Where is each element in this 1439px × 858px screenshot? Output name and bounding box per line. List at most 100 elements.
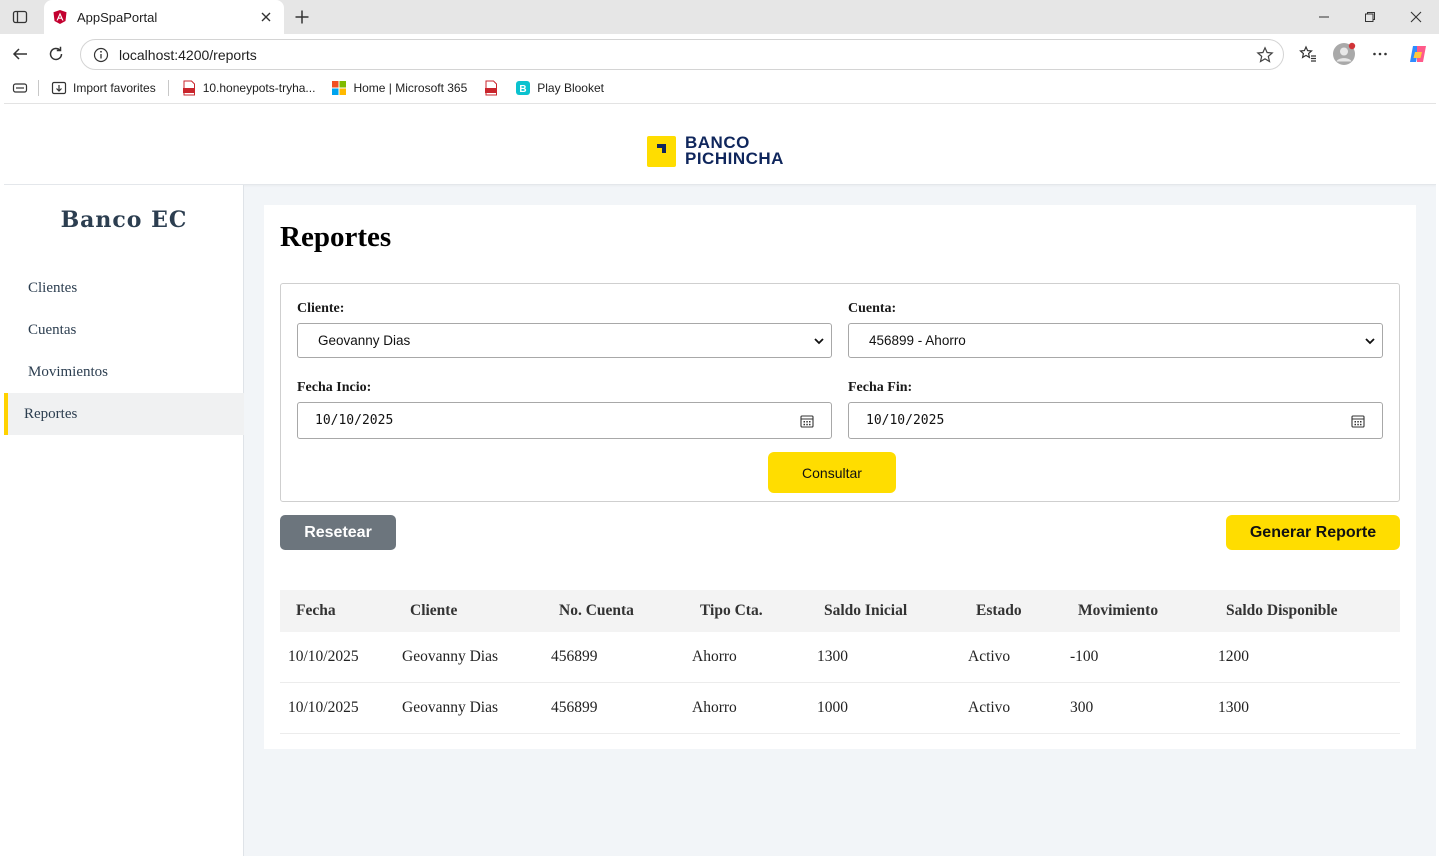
tab-actions-icon[interactable] <box>8 6 32 28</box>
close-window-icon[interactable] <box>1393 0 1439 34</box>
sidebar-nav: Clientes Cuentas Movimientos Reportes <box>4 267 244 435</box>
bookmark-label: Home | Microsoft 365 <box>353 81 468 95</box>
bookmark-label: Play Blooket <box>537 81 604 95</box>
sidebar-item-reportes[interactable]: Reportes <box>4 393 244 435</box>
cell-movimiento: 300 <box>1070 699 1094 716</box>
content-card: Reportes Cliente: Geovanny Dias Cuenta: … <box>264 205 1416 749</box>
refresh-icon[interactable] <box>42 40 70 68</box>
bookmark-play-blooket[interactable]: B Play Blooket <box>509 76 610 100</box>
bookmark-label: Import favorites <box>73 81 156 95</box>
sidebar-item-clientes[interactable]: Clientes <box>4 267 244 309</box>
restore-icon[interactable] <box>1347 0 1393 34</box>
fecha-inicio-input[interactable]: 10/10/2025 <box>297 402 832 439</box>
fecha-inicio-value: 10/10/2025 <box>315 413 394 428</box>
bookmarks-toggle-icon[interactable] <box>8 76 32 100</box>
resetear-button[interactable]: Resetear <box>280 515 396 550</box>
site-info-icon[interactable] <box>93 47 109 63</box>
cell-fecha: 10/10/2025 <box>288 648 359 665</box>
fecha-fin-input[interactable]: 10/10/2025 <box>848 402 1383 439</box>
column-header-fecha: Fecha <box>296 602 336 619</box>
sidebar-brand: Banco EC <box>60 207 188 233</box>
browser-tab[interactable]: AppSpaPortal <box>44 0 284 34</box>
back-icon[interactable] <box>6 40 34 68</box>
column-header-saldo-inicial: Saldo Inicial <box>824 602 908 619</box>
minimize-icon[interactable] <box>1301 0 1347 34</box>
bookmark-label: 10.honeypots-tryha... <box>202 81 316 95</box>
bookmarks-divider <box>167 80 169 96</box>
cell-saldo-inicial: 1000 <box>817 699 848 716</box>
bookmark-import-favorites[interactable]: Import favorites <box>45 76 162 100</box>
cell-saldo-inicial: 1300 <box>817 648 848 665</box>
sidebar-item-movimientos[interactable]: Movimientos <box>4 351 244 393</box>
fecha-inicio-label: Fecha Incio: <box>297 380 372 395</box>
cuenta-label: Cuenta: <box>848 301 897 316</box>
svg-text:B: B <box>520 84 527 95</box>
new-tab-icon[interactable] <box>290 5 314 29</box>
bookmark-pdf[interactable] <box>477 76 505 100</box>
address-bar[interactable]: localhost:4200/reports <box>80 39 1284 70</box>
favorite-star-icon[interactable] <box>1251 41 1279 69</box>
fecha-fin-label: Fecha Fin: <box>848 380 913 395</box>
cliente-select[interactable]: Geovanny Dias <box>297 323 832 358</box>
table-header-row: Fecha Cliente No. Cuenta Tipo Cta. Saldo… <box>280 590 1400 632</box>
table-row: 10/10/2025 Geovanny Dias 456899 Ahorro 1… <box>280 632 1400 683</box>
cliente-label: Cliente: <box>297 301 345 316</box>
cell-movimiento: -100 <box>1070 648 1099 665</box>
pdf-icon <box>181 80 197 96</box>
logo-line2: PICHINCHA <box>685 149 784 168</box>
bookmark-microsoft-365[interactable]: Home | Microsoft 365 <box>325 76 473 100</box>
more-menu-icon[interactable] <box>1366 40 1394 68</box>
bookmarks-divider <box>38 80 39 96</box>
cell-no-cuenta: 456899 <box>551 648 598 665</box>
column-header-tipo-cta: Tipo Cta. <box>700 602 763 619</box>
fecha-fin-value: 10/10/2025 <box>866 413 945 428</box>
cuenta-select[interactable]: 456899 - Ahorro <box>848 323 1383 358</box>
page-title: Reportes <box>280 221 392 253</box>
calendar-icon[interactable] <box>1351 414 1365 428</box>
app-header: BANCO PICHINCHA <box>4 104 1436 185</box>
blooket-icon: B <box>515 80 531 96</box>
sidebar-item-cuentas[interactable]: Cuentas <box>4 309 244 351</box>
microsoft-icon <box>331 80 347 96</box>
cell-estado: Activo <box>968 648 1011 665</box>
cuenta-select-value: 456899 - Ahorro <box>869 333 966 348</box>
copilot-icon[interactable] <box>1404 40 1432 68</box>
bookmarks-bar: Import favorites 10.honeypots-tryha... H… <box>0 74 1439 102</box>
favorites-icon[interactable] <box>1294 40 1322 68</box>
logo-text: BANCO PICHINCHA <box>685 134 784 168</box>
consultar-button[interactable]: Consultar <box>768 452 896 493</box>
cell-no-cuenta: 456899 <box>551 699 598 716</box>
chevron-down-icon <box>1364 335 1376 347</box>
filter-form: Cliente: Geovanny Dias Cuenta: 456899 - … <box>280 283 1400 502</box>
page-viewport: BANCO PICHINCHA Banco EC Clientes Cuenta… <box>4 103 1436 856</box>
browser-tabstrip: AppSpaPortal <box>0 0 1439 34</box>
url-text: localhost:4200/reports <box>119 46 257 63</box>
table-row: 10/10/2025 Geovanny Dias 456899 Ahorro 1… <box>280 683 1400 734</box>
cell-tipo-cta: Ahorro <box>692 648 737 665</box>
profile-avatar[interactable] <box>1330 40 1358 68</box>
column-header-estado: Estado <box>976 602 1022 619</box>
bookmark-honeypots-pdf[interactable]: 10.honeypots-tryha... <box>175 76 322 100</box>
tab-title: AppSpaPortal <box>77 9 158 25</box>
sidebar: Banco EC Clientes Cuentas Movimientos Re… <box>4 185 244 856</box>
calendar-icon[interactable] <box>800 414 814 428</box>
report-table: Fecha Cliente No. Cuenta Tipo Cta. Saldo… <box>280 590 1400 734</box>
cell-fecha: 10/10/2025 <box>288 699 359 716</box>
banco-pichincha-logo[interactable]: BANCO PICHINCHA <box>647 134 784 168</box>
logo-mark-icon <box>647 135 676 167</box>
column-header-cliente: Cliente <box>410 602 458 619</box>
cell-saldo-disponible: 1200 <box>1218 648 1249 665</box>
cliente-select-value: Geovanny Dias <box>318 333 411 348</box>
cell-cliente: Geovanny Dias <box>402 648 498 665</box>
close-tab-icon[interactable] <box>258 9 274 25</box>
pdf-icon <box>483 80 499 96</box>
cell-saldo-disponible: 1300 <box>1218 699 1249 716</box>
cell-estado: Activo <box>968 699 1011 716</box>
import-icon <box>51 80 67 96</box>
angular-icon <box>52 9 68 25</box>
column-header-no-cuenta: No. Cuenta <box>559 602 634 619</box>
column-header-saldo-disponible: Saldo Disponible <box>1226 602 1338 619</box>
browser-toolbar: localhost:4200/reports <box>0 34 1439 74</box>
generar-reporte-button[interactable]: Generar Reporte <box>1226 515 1400 550</box>
chevron-down-icon <box>813 335 825 347</box>
